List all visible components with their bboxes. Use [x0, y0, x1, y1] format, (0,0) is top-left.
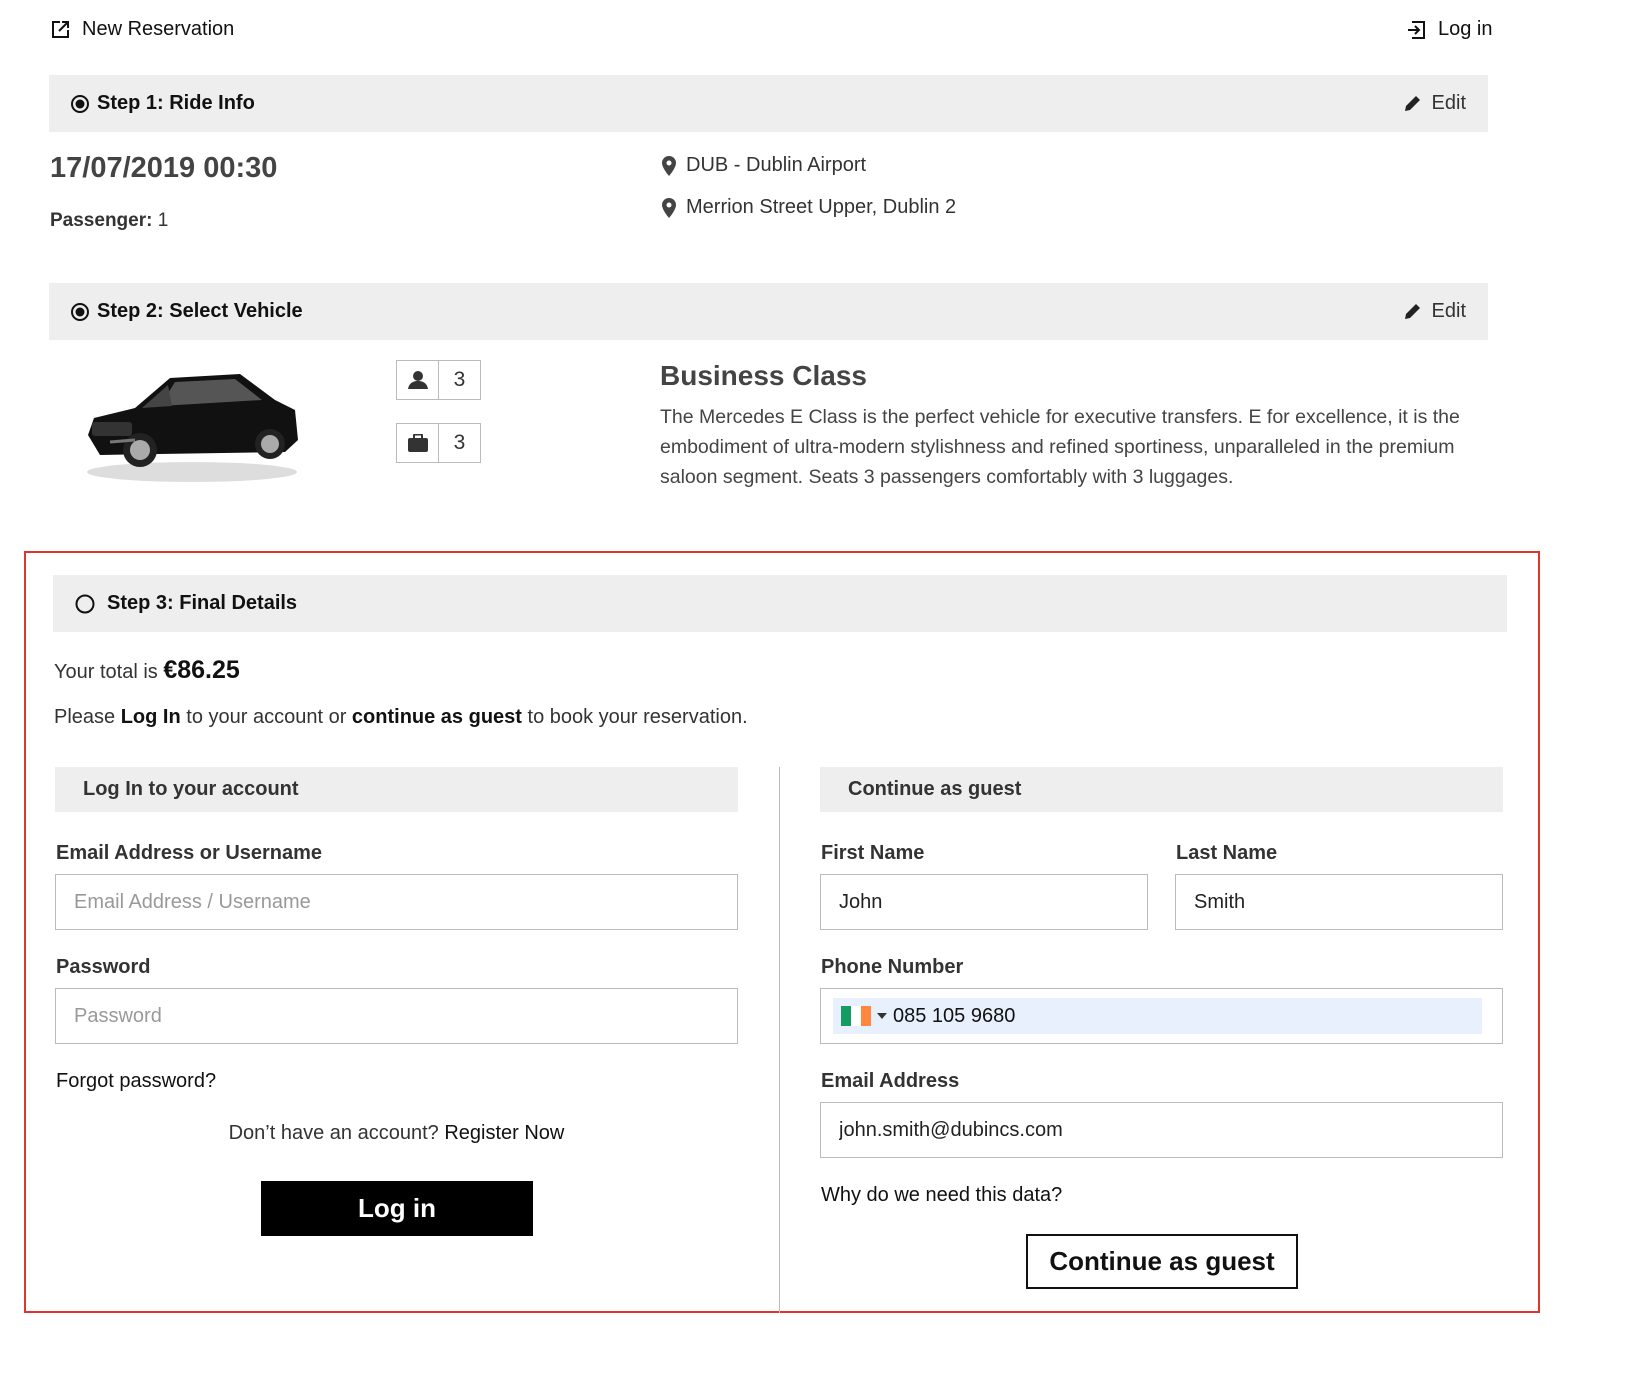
login-email-input[interactable] — [55, 874, 738, 930]
map-pin-icon — [662, 197, 676, 218]
pickup-text: DUB - Dublin Airport — [686, 154, 867, 176]
info-please: Please — [54, 706, 116, 728]
phone-field — [820, 988, 1503, 1044]
login-link[interactable]: Log in — [1406, 18, 1493, 41]
login-icon — [1406, 20, 1426, 40]
flag-orange-stripe — [861, 1006, 871, 1026]
booking-info-line: Please Log In to your account or continu… — [54, 706, 748, 729]
last-name-label: Last Name — [1176, 842, 1278, 864]
step2-edit-button[interactable]: Edit — [1403, 300, 1466, 323]
passenger-value: 1 — [157, 210, 169, 231]
register-now-link[interactable]: Register Now — [444, 1122, 564, 1144]
radio-filled-icon — [71, 302, 89, 321]
phone-input[interactable] — [893, 1004, 1482, 1028]
caret-down-icon[interactable] — [877, 1013, 887, 1019]
phone-inner — [833, 998, 1482, 1034]
guest-email-input[interactable] — [820, 1102, 1503, 1158]
passenger-count: Passenger: 1 — [50, 210, 168, 232]
step2-edit-label: Edit — [1431, 300, 1466, 322]
first-name-label: First Name — [821, 842, 925, 864]
vehicle-image — [80, 360, 305, 485]
vehicle-description: The Mercedes E Class is the perfect vehi… — [660, 406, 1460, 488]
vehicle-title: Business Class — [660, 360, 867, 391]
map-pin-icon — [662, 155, 676, 176]
dropoff-text: Merrion Street Upper, Dublin 2 — [686, 196, 957, 218]
step3-title: Step 3: Final Details — [107, 592, 298, 614]
info-mid: to your account or — [186, 706, 347, 728]
step2-title: Step 2: Select Vehicle — [97, 300, 303, 322]
last-name-input[interactable] — [1175, 874, 1503, 930]
login-button[interactable]: Log in — [261, 1181, 533, 1236]
step1-title-wrap: Step 1: Ride Info — [71, 92, 255, 115]
passenger-capacity-value: 3 — [453, 368, 466, 391]
login-label: Log in — [1438, 18, 1493, 40]
login-password-label: Password — [56, 956, 151, 978]
login-password-input[interactable] — [55, 988, 738, 1044]
register-line: Don’t have an account? Register Now — [55, 1122, 738, 1145]
country-selector[interactable] — [841, 1006, 871, 1026]
guest-email-label: Email Address — [821, 1070, 960, 1092]
radio-filled-icon — [71, 94, 89, 113]
ride-datetime: 17/07/2019 00:30 — [50, 152, 278, 184]
total-prefix: Your total is — [54, 661, 158, 683]
info-login: Log In — [120, 706, 181, 728]
external-link-icon — [50, 20, 70, 40]
final-details-section — [24, 551, 1540, 1313]
new-reservation-link[interactable]: New Reservation — [50, 18, 234, 41]
pencil-icon — [1403, 302, 1422, 321]
panel-divider — [779, 767, 780, 1313]
flag-white-stripe — [851, 1006, 861, 1026]
total-line: Your total is €86.25 — [54, 656, 240, 685]
dropoff-location: Merrion Street Upper, Dublin 2 — [662, 196, 956, 219]
pencil-icon — [1403, 94, 1422, 113]
new-reservation-label: New Reservation — [82, 18, 235, 40]
person-icon — [397, 361, 439, 399]
pickup-location: DUB - Dublin Airport — [662, 154, 866, 177]
luggage-capacity-value: 3 — [453, 431, 466, 454]
login-panel-heading: Log In to your account — [55, 767, 738, 812]
passenger-label: Passenger: — [50, 210, 153, 231]
luggage-capacity: 3 — [396, 423, 481, 463]
step1-edit-label: Edit — [1431, 92, 1466, 114]
step3-title-wrap: Step 3: Final Details — [75, 592, 297, 615]
ireland-flag-icon — [841, 1006, 851, 1026]
no-account-text: Don’t have an account? — [228, 1122, 439, 1144]
guest-panel-heading: Continue as guest — [820, 767, 1503, 812]
step3-header: Step 3: Final Details — [53, 575, 1507, 632]
step2-title-wrap: Step 2: Select Vehicle — [71, 300, 303, 323]
passenger-capacity: 3 — [396, 360, 481, 400]
step1-edit-button[interactable]: Edit — [1403, 92, 1466, 115]
step1-title: Step 1: Ride Info — [97, 92, 255, 114]
phone-label: Phone Number — [821, 956, 964, 978]
login-email-label: Email Address or Username — [56, 842, 323, 864]
why-data-link[interactable]: Why do we need this data? — [821, 1184, 1062, 1207]
radio-empty-icon — [75, 594, 95, 614]
step1-header: Step 1: Ride Info Edit — [49, 75, 1488, 132]
info-guest: continue as guest — [351, 706, 522, 728]
first-name-input[interactable] — [820, 874, 1148, 930]
info-end: to book your reservation. — [527, 706, 748, 728]
forgot-password-link[interactable]: Forgot password? — [56, 1070, 216, 1093]
total-amount: €86.25 — [163, 656, 240, 684]
continue-as-guest-button[interactable]: Continue as guest — [1026, 1234, 1298, 1289]
step2-header: Step 2: Select Vehicle Edit — [49, 283, 1488, 340]
briefcase-icon — [397, 424, 439, 462]
